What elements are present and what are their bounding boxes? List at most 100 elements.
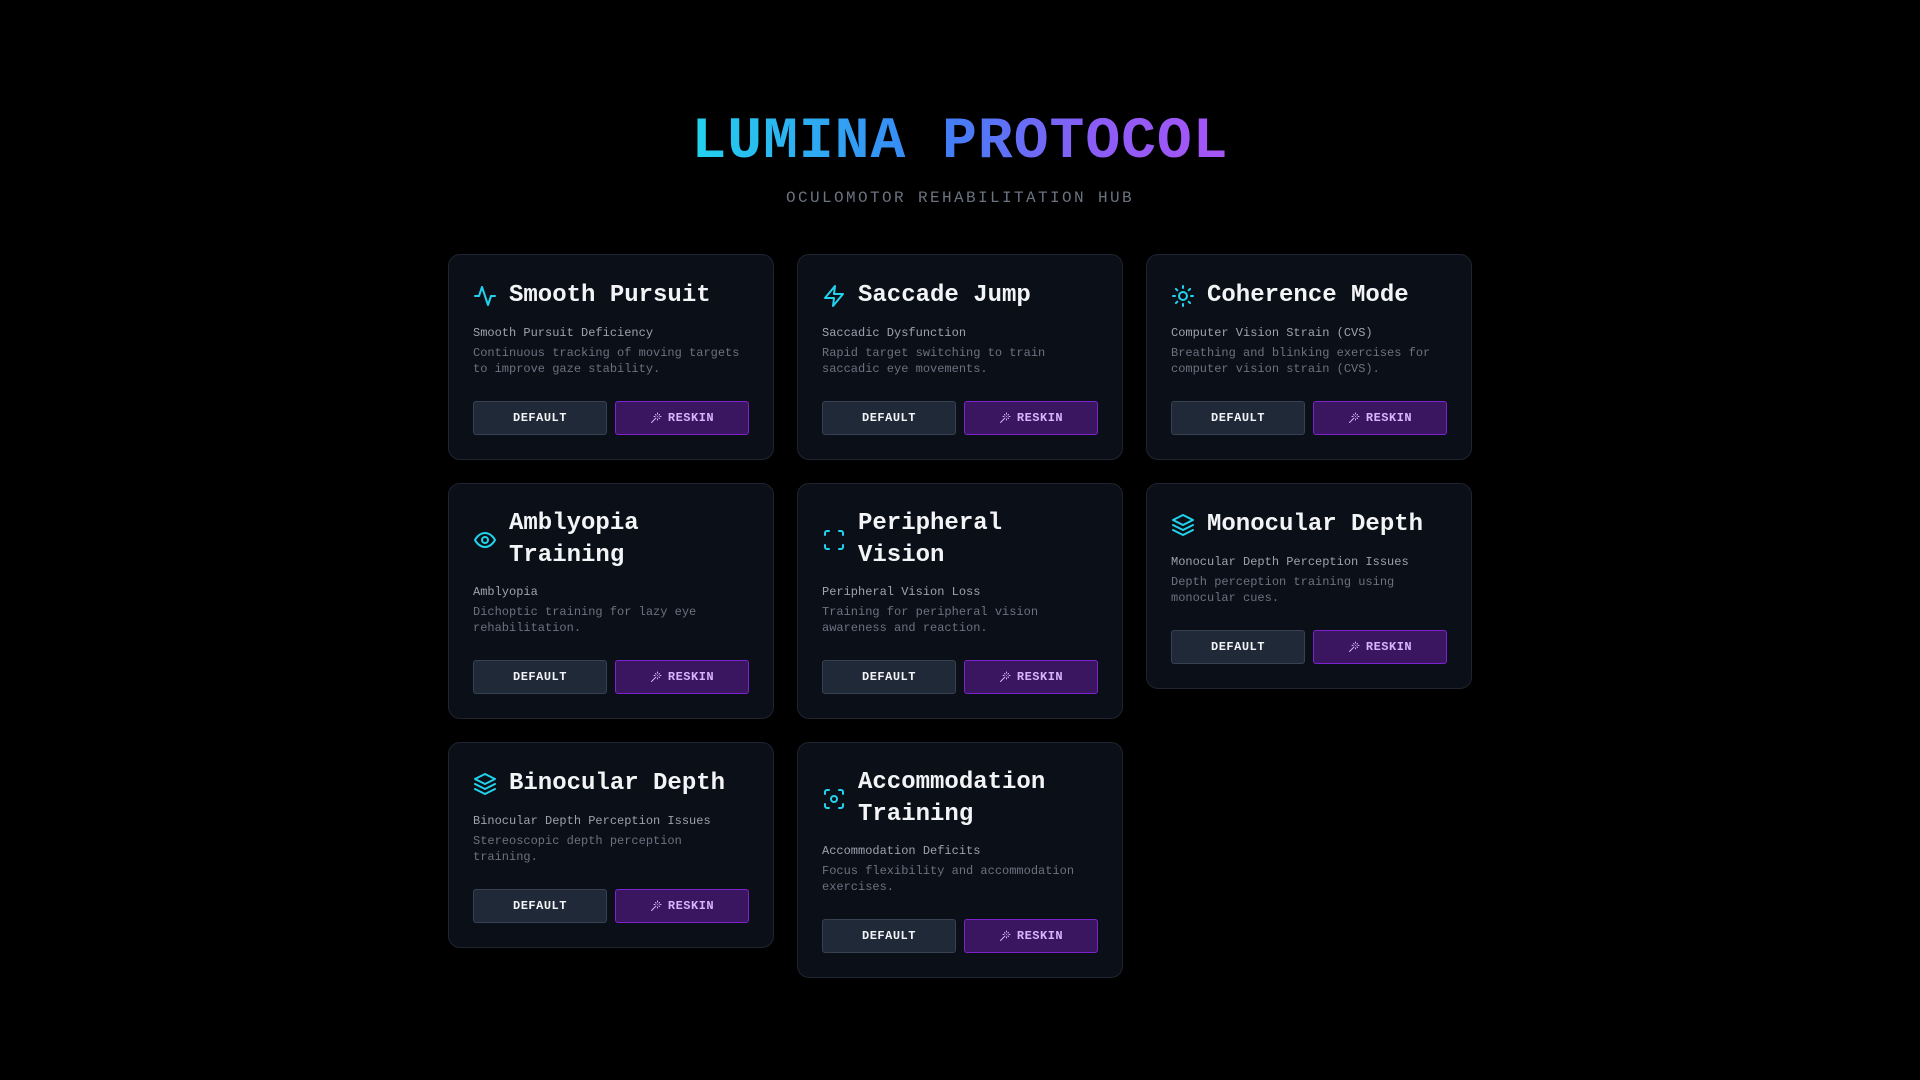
wand-icon [999,412,1011,423]
activity-icon [473,284,497,308]
card-description: Focus flexibility and accommodation exer… [822,864,1075,894]
reskin-button-label: RESKIN [1016,670,1064,684]
card-actions: DEFAULT RESKIN [822,401,1098,435]
card-actions: DEFAULT RESKIN [473,401,749,435]
reskin-button[interactable]: RESKIN [1313,401,1447,435]
card-actions: DEFAULT RESKIN [1171,401,1447,435]
card-actions: DEFAULT RESKIN [822,919,1098,953]
card-condition: Monocular Depth Perception Issues [1171,555,1409,569]
reskin-button[interactable]: RESKIN [964,660,1098,694]
reskin-button-label: RESKIN [667,899,715,913]
default-button-label: DEFAULT [862,670,916,684]
layers-icon [1171,513,1195,537]
reskin-button-label: RESKIN [1016,929,1064,943]
sun-icon [1171,284,1195,308]
exercise-grid: Smooth Pursuit Smooth Pursuit Deficiency C… [448,254,1472,978]
card-title: Accommodation Training [858,769,1046,828]
card-condition: Amblyopia [473,585,538,599]
exercise-card-accommodation-training: Accommodation Training Accommodation Defi… [797,742,1123,978]
default-button-label: DEFAULT [862,929,916,943]
page-title: LUMINA PROTOCOL [691,103,1228,183]
exercise-card-coherence-mode: Coherence Mode Computer Vision Strain (CV… [1146,254,1472,460]
wand-icon [1348,641,1360,652]
wand-icon [650,671,662,682]
reskin-button[interactable]: RESKIN [615,660,749,694]
card-actions: DEFAULT RESKIN [822,660,1098,694]
zap-icon [822,284,846,308]
wand-icon [999,930,1011,941]
card-header: Accommodation Training [822,767,1098,831]
reskin-button[interactable]: RESKIN [964,401,1098,435]
wand-icon [999,671,1011,682]
default-button[interactable]: DEFAULT [822,401,956,435]
exercise-card-peripheral-vision: Peripheral Vision Peripheral Vision Loss T… [797,483,1123,719]
default-button[interactable]: DEFAULT [1171,630,1305,664]
default-button-label: DEFAULT [513,670,567,684]
card-condition: Saccadic Dysfunction [822,326,967,340]
reskin-button-label: RESKIN [1365,411,1413,425]
exercise-card-smooth-pursuit: Smooth Pursuit Smooth Pursuit Deficiency C… [448,254,774,460]
eye-icon [473,528,497,552]
exercise-card-saccade-jump: Saccade Jump Saccadic Dysfunction Rapid ta… [797,254,1123,460]
card-condition: Peripheral Vision Loss [822,585,981,599]
card-description: Rapid target switching to train saccadic… [822,346,1046,376]
page-subtitle: OCULOMOTOR REHABILITATION HUB [785,189,1135,207]
layers-icon [473,772,497,796]
reskin-button[interactable]: RESKIN [615,401,749,435]
exercise-card-amblyopia-training: Amblyopia Training Amblyopia Dichoptic tra… [448,483,774,719]
card-description: Continuous tracking of moving targets to… [473,346,740,376]
wand-icon [650,412,662,423]
reskin-button-label: RESKIN [667,670,715,684]
card-header: Saccade Jump [822,279,1098,313]
default-button-label: DEFAULT [862,411,916,425]
card-title: Coherence Mode [1207,282,1409,309]
default-button[interactable]: DEFAULT [822,660,956,694]
default-button[interactable]: DEFAULT [473,889,607,923]
card-condition: Binocular Depth Perception Issues [473,814,711,828]
card-title: Peripheral Vision [858,510,1003,569]
reskin-button-label: RESKIN [1016,411,1064,425]
wand-icon [1348,412,1360,423]
card-actions: DEFAULT RESKIN [473,660,749,694]
exercise-card-monocular-depth: Monocular Depth Monocular Depth Perceptio… [1146,483,1472,689]
reskin-button-label: RESKIN [1365,640,1413,654]
default-button[interactable]: DEFAULT [473,401,607,435]
wand-icon [650,900,662,911]
card-description: Training for peripheral vision awareness… [822,605,1039,635]
card-actions: DEFAULT RESKIN [1171,630,1447,664]
reskin-button[interactable]: RESKIN [1313,630,1447,664]
default-button-label: DEFAULT [513,899,567,913]
exercise-card-binocular-depth: Binocular Depth Binocular Depth Perceptio… [448,742,774,948]
card-condition: Computer Vision Strain (CVS) [1171,326,1373,340]
card-title: Smooth Pursuit [509,282,711,309]
card-header: Monocular Depth [1171,508,1447,542]
reskin-button[interactable]: RESKIN [615,889,749,923]
default-button-label: DEFAULT [1211,411,1265,425]
reskin-button-label: RESKIN [667,411,715,425]
focus-icon [822,787,846,811]
card-header: Smooth Pursuit [473,279,749,313]
default-button[interactable]: DEFAULT [473,660,607,694]
card-condition: Smooth Pursuit Deficiency [473,326,654,340]
default-button-label: DEFAULT [513,411,567,425]
reskin-button[interactable]: RESKIN [964,919,1098,953]
card-title: Monocular Depth [1207,511,1424,538]
card-title: Amblyopia Training [509,510,639,569]
page-header: LUMINA PROTOCOL OCULOMOTOR REHABILITATIO… [0,103,1920,207]
card-description: Stereoscopic depth perception training. [473,834,682,864]
card-description: Dichoptic training for lazy eye rehabili… [473,605,697,635]
card-actions: DEFAULT RESKIN [473,889,749,923]
card-header: Binocular Depth [473,767,749,801]
card-header: Coherence Mode [1171,279,1447,313]
default-button[interactable]: DEFAULT [1171,401,1305,435]
card-condition: Accommodation Deficits [822,844,981,858]
card-description: Breathing and blinking exercises for com… [1171,346,1431,376]
card-title: Binocular Depth [509,770,726,797]
card-header: Amblyopia Training [473,508,749,572]
card-title: Saccade Jump [858,282,1031,309]
card-header: Peripheral Vision [822,508,1098,572]
scan-icon [822,528,846,552]
default-button-label: DEFAULT [1211,640,1265,654]
card-description: Depth perception training using monocula… [1171,575,1395,605]
default-button[interactable]: DEFAULT [822,919,956,953]
